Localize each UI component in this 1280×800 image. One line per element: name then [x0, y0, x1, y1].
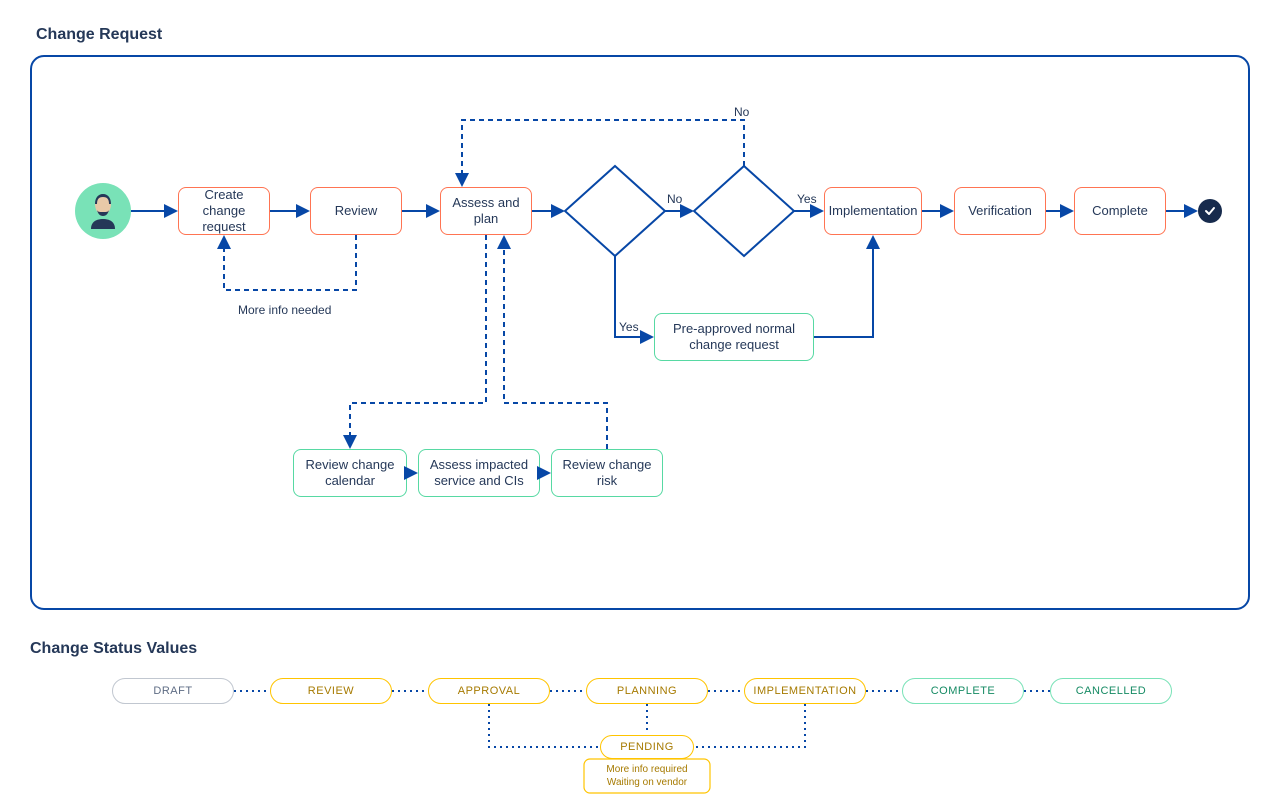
status-pending-notes: More info required Waiting on vendor [592, 763, 702, 789]
node-complete: Complete [1074, 187, 1166, 235]
status-implementation: IMPLEMENTATION [744, 678, 866, 704]
node-assess-and-plan: Assess and plan [440, 187, 532, 235]
node-verification: Verification [954, 187, 1046, 235]
label-yes-right: Yes [797, 192, 817, 206]
node-create-change-request: Create change request [178, 187, 270, 235]
node-change-approval: Change approval [699, 196, 789, 227]
main-title: Change Request [36, 26, 162, 44]
node-assess-impacted: Assess impacted service and CIs [418, 449, 540, 497]
node-review: Review [310, 187, 402, 235]
status-review: REVIEW [270, 678, 392, 704]
node-review-calendar: Review change calendar [293, 449, 407, 497]
node-pre-approved: Pre-approved normal change request [654, 313, 814, 361]
pending-note-1: More info required [606, 764, 687, 775]
status-approval: APPROVAL [428, 678, 550, 704]
node-implementation: Implementation [824, 187, 922, 235]
label-no-top: No [734, 105, 749, 119]
label-yes-down: Yes [619, 320, 639, 334]
node-review-risk: Review change risk [551, 449, 663, 497]
end-icon [1198, 199, 1222, 223]
user-avatar-icon [75, 183, 131, 239]
status-draft: DRAFT [112, 678, 234, 704]
pending-note-2: Waiting on vendor [607, 777, 687, 788]
label-more-info-needed: More info needed [238, 303, 331, 317]
status-planning: PLANNING [586, 678, 708, 704]
node-standard-change: Standard change? [570, 196, 660, 227]
status-title: Change Status Values [30, 640, 197, 658]
label-no-right: No [667, 192, 682, 206]
flow-container [30, 55, 1250, 610]
status-pending: PENDING [600, 735, 694, 759]
status-cancelled: CANCELLED [1050, 678, 1172, 704]
status-complete: COMPLETE [902, 678, 1024, 704]
